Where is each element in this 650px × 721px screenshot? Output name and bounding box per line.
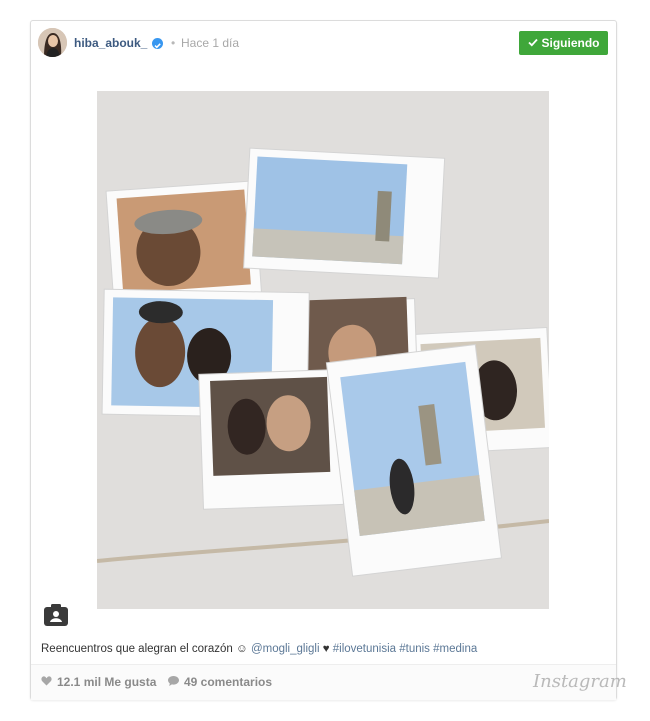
comments-button[interactable]: 49 comentarios bbox=[168, 675, 272, 689]
instagram-wordmark[interactable]: Instagram bbox=[533, 671, 627, 692]
post-time[interactable]: Hace 1 día bbox=[181, 36, 239, 50]
post-photo[interactable] bbox=[97, 91, 549, 609]
mention-link[interactable]: @mogli_gligli bbox=[251, 643, 320, 655]
check-icon bbox=[527, 36, 538, 50]
verified-badge-icon bbox=[152, 38, 163, 49]
likes-count: 12.1 mil Me gusta bbox=[57, 675, 157, 689]
post-header: hiba_abouk_ • Hace 1 día Siguiendo bbox=[31, 21, 616, 65]
comment-bubble-icon bbox=[168, 675, 179, 689]
following-button[interactable]: Siguiendo bbox=[519, 31, 608, 55]
separator-dot: • bbox=[171, 36, 176, 50]
post-footer: 12.1 mil Me gusta 49 comentarios Instagr… bbox=[31, 664, 627, 700]
user-photo-tag-icon[interactable] bbox=[44, 604, 68, 626]
heart-icon bbox=[41, 675, 52, 689]
heart-emoji-icon: ♥ bbox=[322, 643, 330, 655]
following-button-label: Siguiendo bbox=[541, 36, 600, 50]
avatar[interactable] bbox=[38, 28, 67, 57]
caption-text: Reencuentros que alegran el corazón bbox=[41, 643, 233, 655]
username[interactable]: hiba_abouk_ bbox=[74, 36, 147, 50]
smile-emoji-icon: ☺ bbox=[236, 643, 248, 655]
hashtag-links[interactable]: #ilovetunisia #tunis #medina bbox=[333, 643, 477, 655]
post-caption: Reencuentros que alegran el corazón ☺ @m… bbox=[41, 643, 477, 655]
like-button[interactable]: 12.1 mil Me gusta bbox=[41, 675, 156, 689]
comments-count: 49 comentarios bbox=[184, 675, 273, 689]
instagram-post-card: hiba_abouk_ • Hace 1 día Siguiendo Reenc… bbox=[30, 20, 627, 700]
